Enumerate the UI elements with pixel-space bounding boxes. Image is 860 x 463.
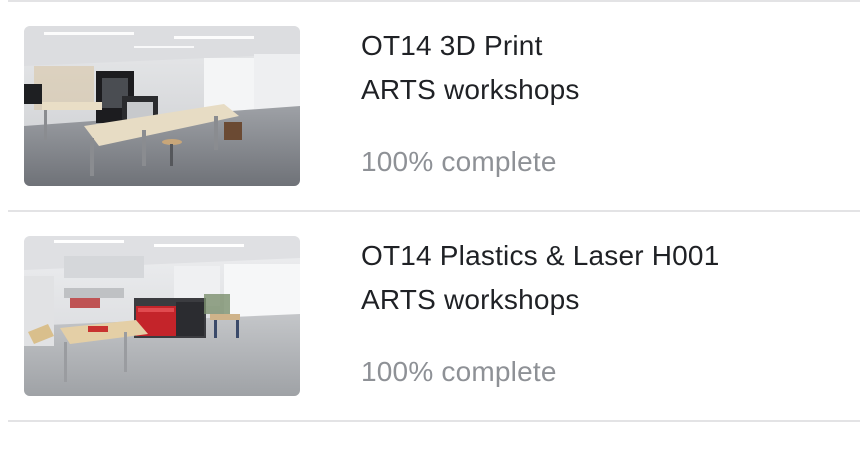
- item-title: OT14 3D Print: [361, 30, 543, 61]
- list-divider: [8, 420, 860, 422]
- item-subtitle: ARTS workshops: [361, 74, 580, 105]
- list-item-3d-print[interactable]: OT14 3D Print ARTS workshops 100% comple…: [0, 2, 860, 210]
- tour-list: OT14 3D Print ARTS workshops 100% comple…: [0, 0, 860, 463]
- workshop-3d-print-photo: [24, 26, 300, 186]
- thumbnail-plastics-laser[interactable]: [24, 236, 300, 396]
- item-subtitle: ARTS workshops: [361, 284, 580, 315]
- item-progress: 100% complete: [361, 356, 557, 387]
- thumbnail-3d-print[interactable]: [24, 26, 300, 186]
- workshop-plastics-laser-photo: [24, 236, 300, 396]
- item-progress: 100% complete: [361, 146, 557, 177]
- list-item-plastics-laser[interactable]: OT14 Plastics & Laser H001 ARTS workshop…: [0, 212, 860, 420]
- item-title: OT14 Plastics & Laser H001: [361, 240, 720, 271]
